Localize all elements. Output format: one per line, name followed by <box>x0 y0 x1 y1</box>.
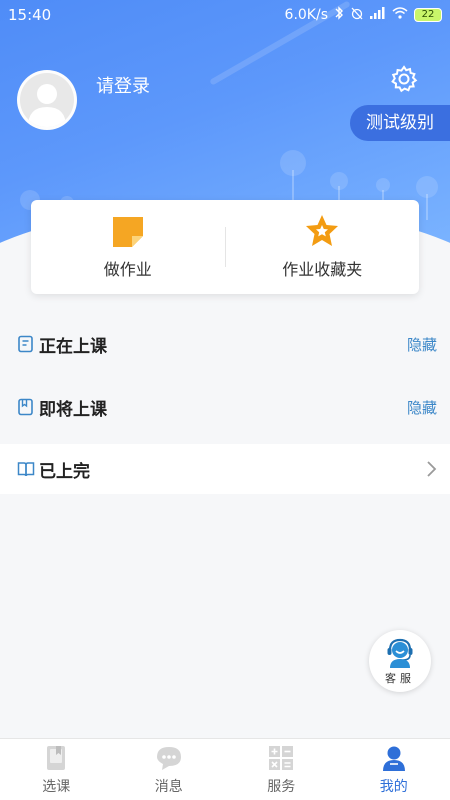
upcoming-title: 即将上课 <box>39 399 107 420</box>
do-homework-label: 做作业 <box>103 260 152 279</box>
star-folder-icon <box>306 215 339 246</box>
network-speed: 6.0K/s <box>284 7 328 23</box>
bluetooth-icon <box>334 6 344 24</box>
open-book-icon <box>17 462 35 477</box>
default-avatar-icon <box>28 84 66 127</box>
homework-icon <box>112 217 143 247</box>
finished-section-row[interactable]: 已上完 <box>0 444 450 494</box>
settings-gear-icon[interactable] <box>389 64 419 94</box>
homework-favorites-button[interactable]: 作业收藏夹 <box>226 200 420 294</box>
upcoming-section: 即将上课 隐藏 <box>0 389 450 425</box>
login-prompt[interactable]: 请登录 <box>96 72 150 98</box>
customer-service-label: 客服 <box>385 672 415 685</box>
calculator-icon <box>269 745 294 770</box>
homework-favorites-label: 作业收藏夹 <box>282 260 363 279</box>
status-bar: 15:40 6.0K/s 22 <box>0 0 450 30</box>
alarm-off-icon <box>350 6 364 24</box>
bookmark-book-icon <box>18 398 33 416</box>
tab-course-selection-label: 选课 <box>42 778 71 795</box>
document-icon <box>18 335 33 353</box>
tab-messages[interactable]: 消息 <box>113 739 226 800</box>
finished-title: 已上完 <box>39 461 90 482</box>
bottom-tab-bar: 选课 消息 服务 我的 <box>0 738 450 800</box>
tab-course-selection[interactable]: 选课 <box>0 739 113 800</box>
tab-mine[interactable]: 我的 <box>338 739 450 800</box>
in-class-section: 正在上课 隐藏 <box>0 326 450 362</box>
book-icon <box>47 745 66 770</box>
wifi-icon <box>392 7 408 23</box>
tab-mine-label: 我的 <box>379 778 408 795</box>
tab-messages-label: 消息 <box>154 778 183 795</box>
status-time: 15:40 <box>8 6 52 24</box>
upcoming-hide-link[interactable]: 隐藏 <box>407 397 437 418</box>
do-homework-button[interactable]: 做作业 <box>31 200 225 294</box>
tab-services-label: 服务 <box>267 778 296 795</box>
user-icon <box>382 746 405 771</box>
battery-indicator: 22 <box>414 8 442 22</box>
headset-agent-icon <box>387 638 413 668</box>
test-level-button[interactable]: 测试级别 <box>350 105 450 141</box>
tab-services[interactable]: 服务 <box>225 739 338 800</box>
in-class-title: 正在上课 <box>39 336 107 357</box>
in-class-hide-link[interactable]: 隐藏 <box>407 334 437 355</box>
quick-actions-card: 做作业 作业收藏夹 <box>31 200 419 294</box>
avatar[interactable] <box>17 70 77 130</box>
chevron-right-icon <box>427 461 437 477</box>
chat-icon <box>156 746 181 770</box>
signal-icon <box>370 7 386 23</box>
customer-service-button[interactable]: 客服 <box>369 630 431 692</box>
